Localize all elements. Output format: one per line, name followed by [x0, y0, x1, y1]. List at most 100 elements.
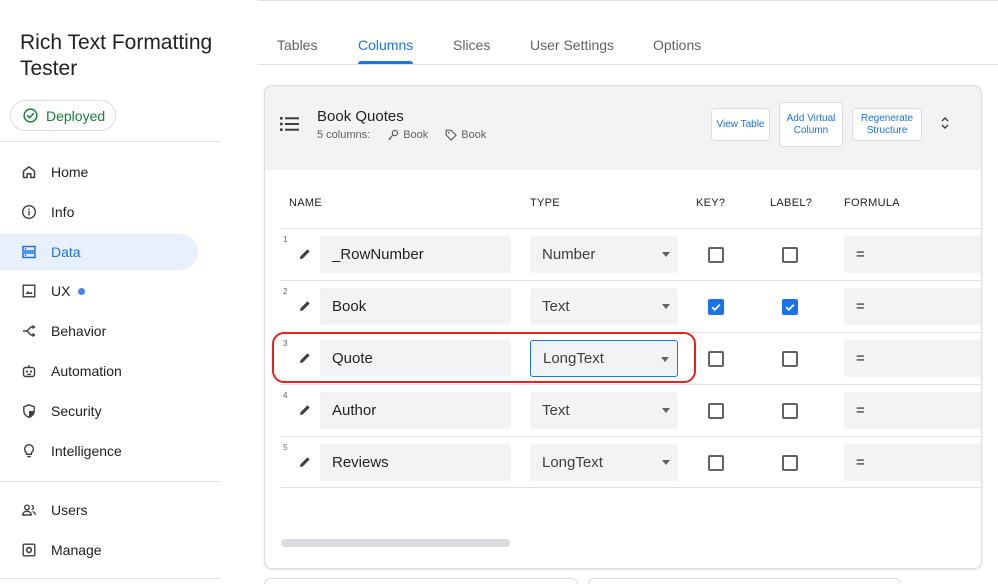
formula-field[interactable]: =	[844, 444, 981, 481]
sidebar-item-label: Security	[51, 403, 102, 419]
sidebar-item-behavior[interactable]: Behavior	[0, 313, 198, 349]
key-icon	[388, 129, 399, 140]
checkmark-icon	[785, 303, 795, 312]
sidebar-item-label: Home	[51, 164, 89, 180]
tab-label: Columns	[358, 37, 414, 53]
tab-slices[interactable]: Slices	[444, 26, 499, 64]
list-icon	[280, 116, 300, 137]
key-checkbox[interactable]	[708, 455, 724, 471]
key-checkbox[interactable]	[708, 247, 724, 263]
key-checkbox[interactable]	[708, 299, 724, 315]
column-name-field[interactable]: Quote	[320, 340, 511, 377]
sidebar-divider	[0, 578, 220, 579]
formula-field[interactable]: =	[844, 288, 981, 325]
tab-label: Slices	[453, 37, 491, 53]
data-icon	[20, 243, 38, 261]
sidebar-item-ux[interactable]: UX	[0, 273, 198, 309]
column-header-key: KEY?	[696, 197, 726, 209]
horizontal-scrollbar[interactable]	[281, 539, 510, 547]
dropdown-caret-icon	[662, 252, 670, 257]
formula-field[interactable]: =	[844, 392, 981, 429]
formula-field[interactable]: =	[844, 340, 981, 377]
row-number: 5	[283, 443, 288, 452]
table-name: Book Quotes	[317, 108, 404, 125]
label-column-name: Book	[461, 129, 487, 141]
column-type-select[interactable]: LongText	[530, 444, 678, 481]
columns-count: 5 columns:	[317, 129, 371, 141]
label-checkbox[interactable]	[782, 403, 798, 419]
key-column-name: Book	[403, 129, 429, 141]
table-header: Book Quotes 5 columns: Book Book View Ta…	[265, 86, 981, 170]
sidebar-item-label: Behavior	[51, 323, 107, 339]
behavior-icon	[20, 322, 38, 340]
add-virtual-column-button[interactable]: Add Virtual Column	[779, 102, 843, 147]
column-type-select[interactable]: Text	[530, 392, 678, 429]
column-header-type: TYPE	[530, 197, 560, 209]
home-icon	[20, 163, 38, 181]
security-icon	[20, 402, 38, 420]
table-meta: 5 columns: Book Book	[317, 129, 486, 141]
dropdown-caret-icon	[662, 460, 670, 465]
view-table-button[interactable]: View Table	[711, 108, 770, 141]
column-name-field[interactable]: Author	[320, 392, 511, 429]
manage-icon	[20, 541, 38, 559]
formula-field[interactable]: =	[844, 236, 981, 273]
pencil-icon[interactable]	[298, 455, 312, 469]
tab-user-settings[interactable]: User Settings	[521, 26, 623, 64]
pencil-icon[interactable]	[298, 351, 312, 365]
sidebar-item-data[interactable]: Data	[0, 234, 198, 270]
sidebar-divider	[0, 141, 220, 142]
next-table-card	[588, 578, 901, 584]
tab-tables[interactable]: Tables	[268, 26, 326, 64]
deployed-status-chip[interactable]: Deployed	[10, 100, 116, 131]
app-title: Rich Text Formatting Tester	[20, 31, 213, 80]
column-type-select[interactable]: LongText	[530, 340, 678, 377]
tab-columns[interactable]: Columns	[348, 26, 423, 64]
column-name-field[interactable]: Reviews	[320, 444, 511, 481]
sidebar-item-label: Manage	[51, 542, 102, 558]
column-name-field[interactable]: Book	[320, 288, 511, 325]
key-checkbox[interactable]	[708, 351, 724, 367]
info-icon	[20, 203, 38, 221]
type-value: Text	[542, 298, 570, 315]
tab-label: Options	[653, 37, 702, 53]
check-circle-icon	[23, 108, 38, 123]
pencil-icon[interactable]	[298, 299, 312, 313]
row-number: 3	[283, 339, 288, 348]
column-header-label: LABEL?	[770, 197, 813, 209]
column-type-select[interactable]: Text	[530, 288, 678, 325]
expand-collapse-icon[interactable]	[937, 113, 953, 133]
label-checkbox[interactable]	[782, 455, 798, 471]
sidebar-item-info[interactable]: Info	[0, 194, 198, 230]
sidebar-item-intelligence[interactable]: Intelligence	[0, 433, 198, 469]
label-checkbox[interactable]	[782, 247, 798, 263]
dropdown-caret-icon	[661, 357, 669, 362]
sidebar-item-manage[interactable]: Manage	[0, 532, 198, 568]
sidebar-item-home[interactable]: Home	[0, 154, 198, 190]
column-type-select[interactable]: Number	[530, 236, 678, 273]
sidebar-item-security[interactable]: Security	[0, 393, 198, 429]
users-icon	[20, 501, 38, 519]
type-value: Number	[542, 246, 596, 263]
label-checkbox[interactable]	[782, 299, 798, 315]
pencil-icon[interactable]	[298, 403, 312, 417]
tab-bar: Tables Columns Slices User Settings Opti…	[258, 26, 998, 65]
top-border	[258, 0, 998, 1]
tab-options[interactable]: Options	[644, 26, 710, 64]
column-name-field[interactable]: _RowNumber	[320, 236, 511, 273]
dropdown-caret-icon	[662, 304, 670, 309]
label-checkbox[interactable]	[782, 351, 798, 367]
row-number: 1	[283, 235, 288, 244]
row-number: 2	[283, 287, 288, 296]
pencil-icon[interactable]	[298, 247, 312, 261]
row-divider	[281, 228, 981, 229]
row-number: 4	[283, 391, 288, 400]
table-columns-card: Book Quotes 5 columns: Book Book View Ta…	[264, 85, 982, 569]
sidebar-item-label: UX	[51, 283, 71, 299]
sidebar-item-automation[interactable]: Automation	[0, 353, 198, 389]
sidebar: Rich Text Formatting Tester Deployed Hom…	[0, 0, 220, 584]
sidebar-item-users[interactable]: Users	[0, 492, 198, 528]
regenerate-structure-button[interactable]: Regenerate Structure	[852, 108, 922, 141]
sidebar-divider	[0, 481, 220, 482]
key-checkbox[interactable]	[708, 403, 724, 419]
